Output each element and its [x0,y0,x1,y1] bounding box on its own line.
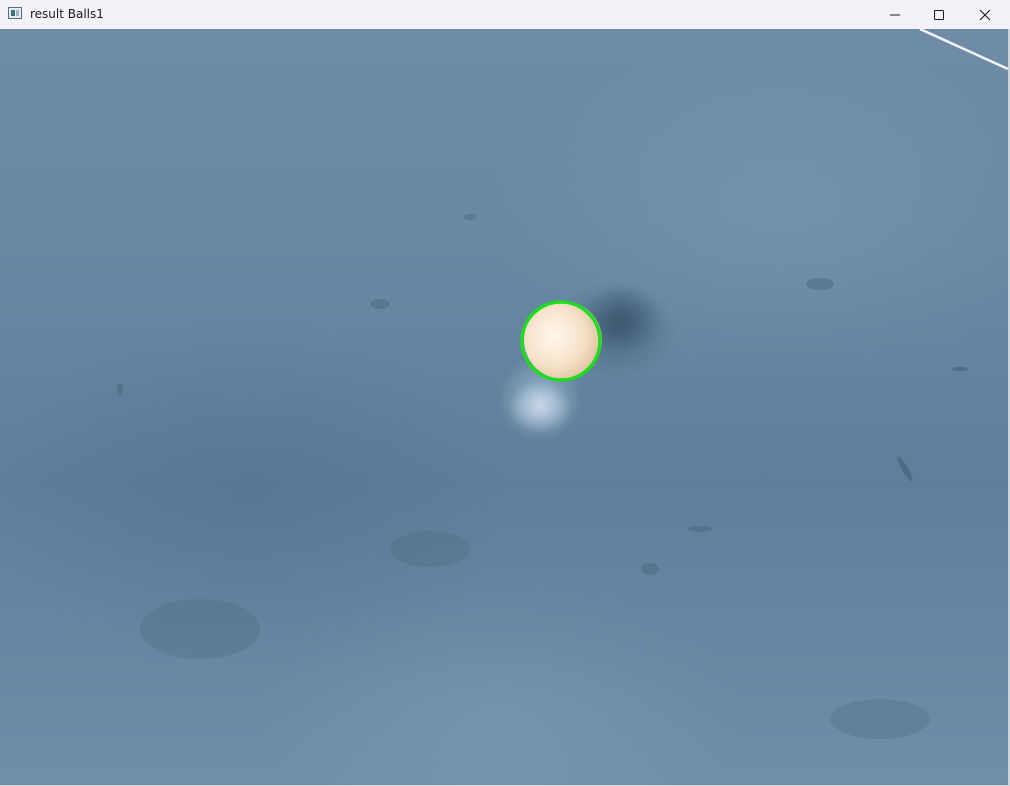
opencv-window-icon [8,7,22,19]
maximize-button[interactable] [916,0,962,29]
title-bar[interactable]: result Balls1 [0,0,1010,29]
minimize-button[interactable] [872,0,918,29]
result-window: result Balls1 [0,0,1010,786]
table-edge-line [919,29,1008,71]
close-icon [979,9,991,20]
close-button[interactable] [962,0,1008,29]
ball-reflection [508,381,572,433]
maximize-icon [934,9,944,20]
window-title: result Balls1 [30,7,104,21]
icon-pane-left [11,10,15,16]
table-surface-photo [117,29,1008,739]
minimize-icon [890,14,900,15]
result-image-canvas [0,29,1008,785]
surface-texture [117,214,968,739]
icon-pane-right [16,10,19,16]
